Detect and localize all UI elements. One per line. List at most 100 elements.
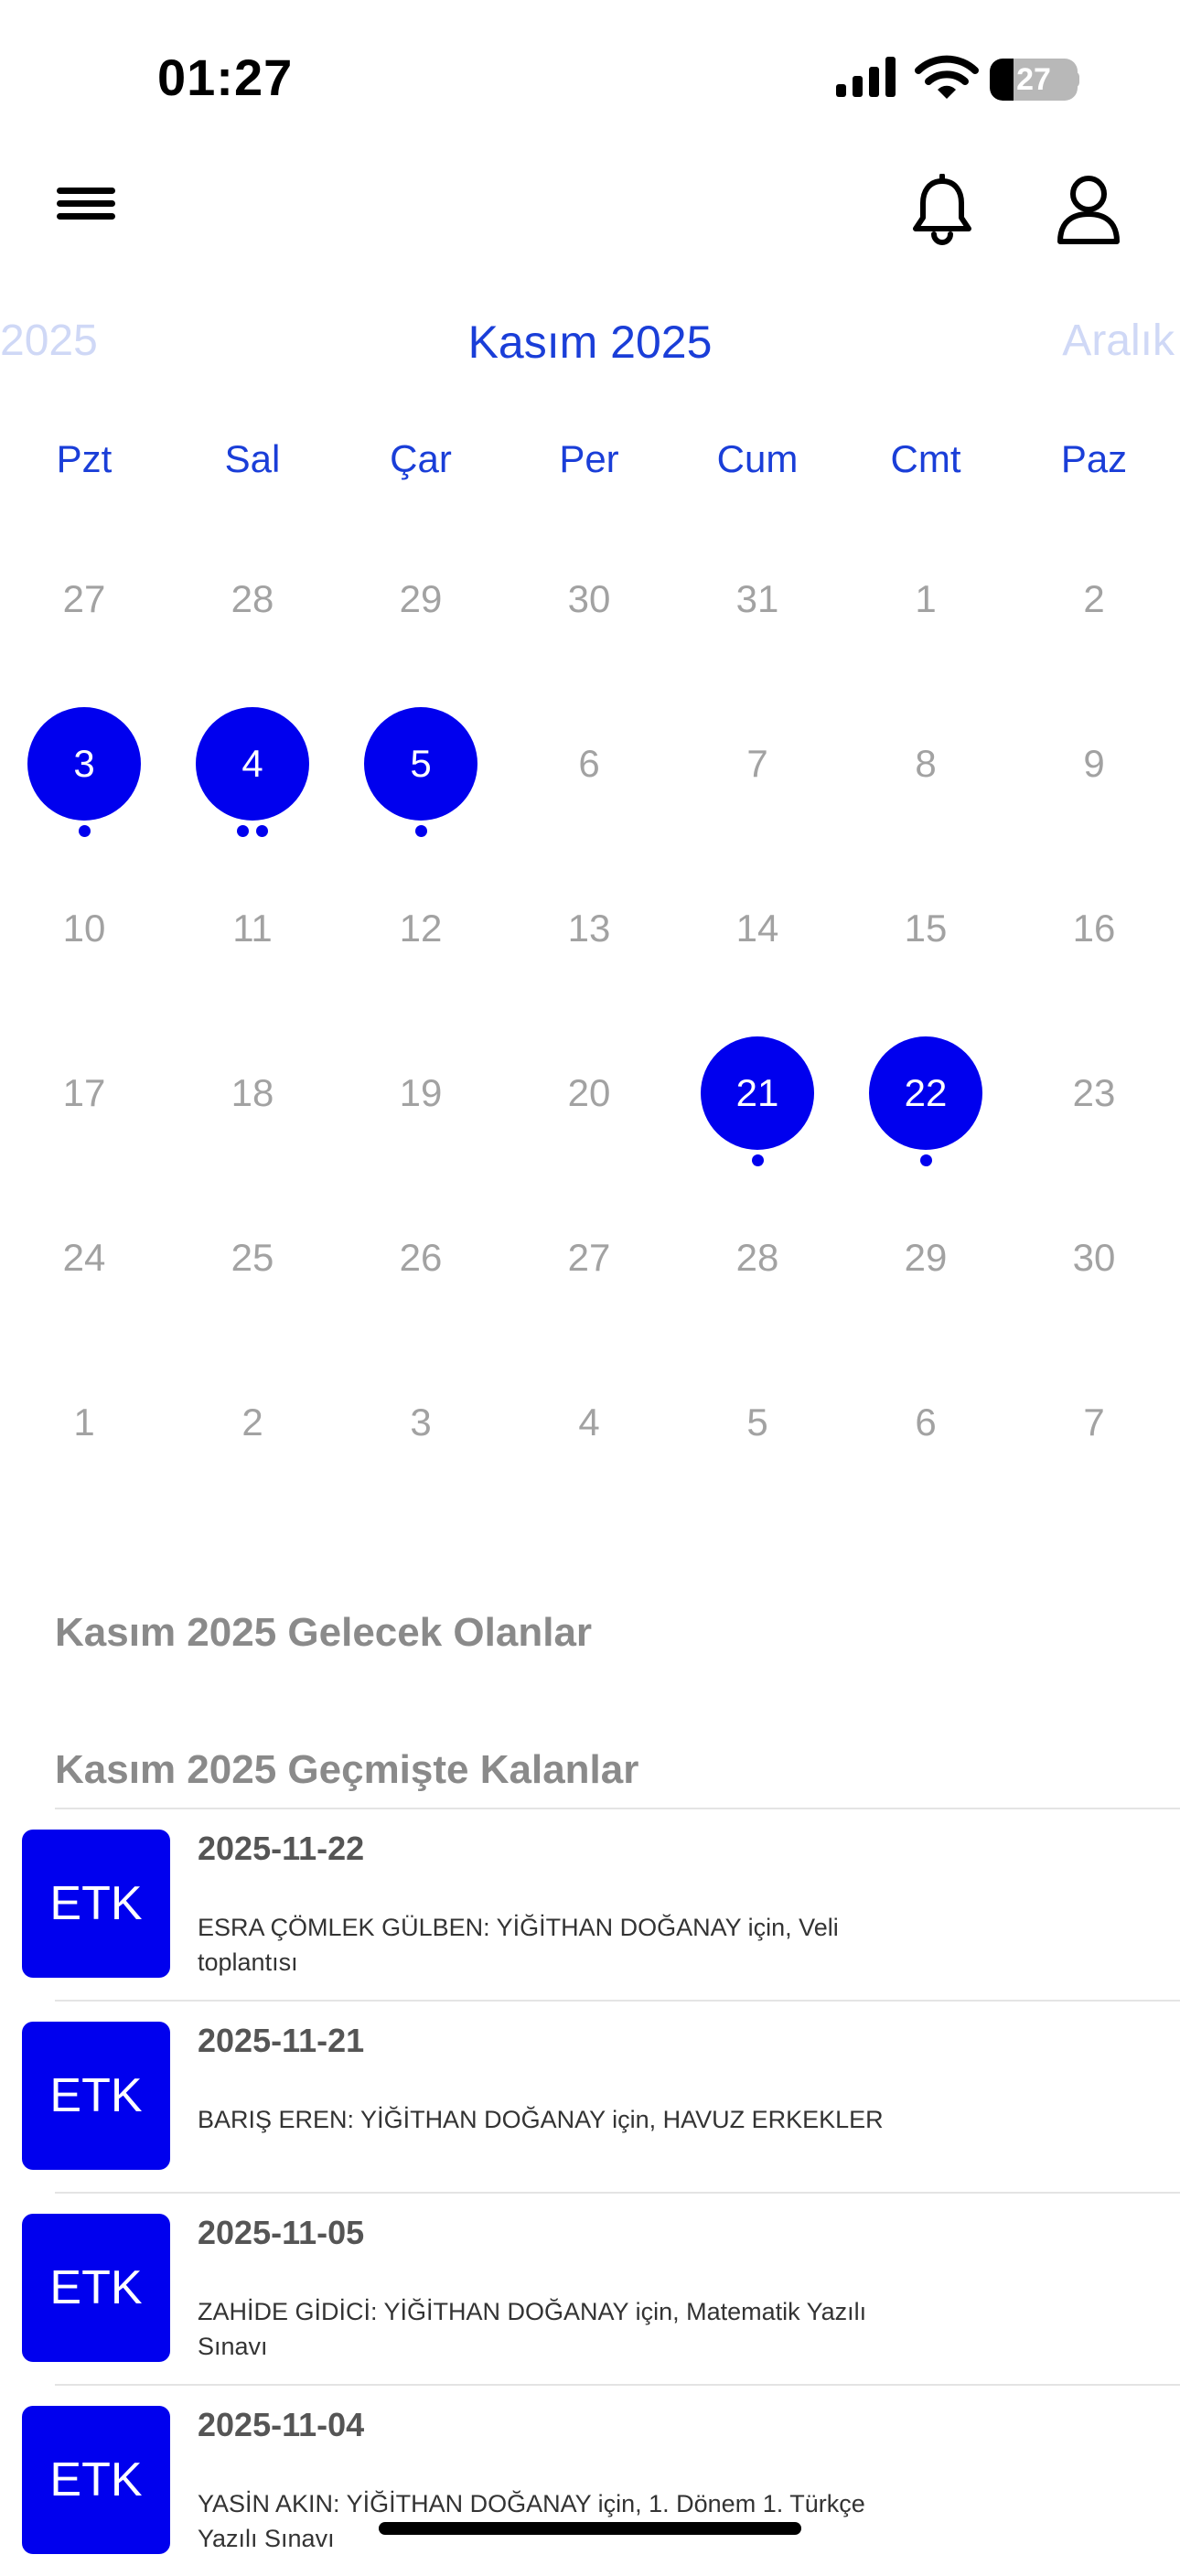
calendar-day-number: 6 [915,1401,937,1444]
calendar-day[interactable]: 22 [842,1006,1010,1171]
calendar-day-number: 3 [27,707,141,821]
wifi-icon [915,55,979,99]
calendar-day[interactable]: 5 [337,677,505,842]
calendar-day[interactable]: 17 [0,1006,168,1171]
calendar-day-number: 1 [73,1401,95,1444]
event-type-badge: ETK [22,2406,170,2554]
calendar-day[interactable]: 4 [168,677,337,842]
calendar-day[interactable]: 14 [673,842,842,1006]
calendar-day[interactable]: 25 [168,1171,337,1336]
calendar-day[interactable]: 12 [337,842,505,1006]
calendar-day[interactable]: 26 [337,1171,505,1336]
status-time: 01:27 [157,48,294,106]
calendar-day-number: 25 [231,1236,274,1279]
calendar-day[interactable]: 10 [0,842,168,1006]
calendar-day-number: 2 [1083,577,1105,620]
next-month-label[interactable]: Aralık [1062,316,1175,366]
battery-percent: 27 [1016,62,1051,97]
weekday-label: Pzt [56,437,113,480]
calendar-day[interactable]: 8 [842,677,1010,842]
calendar-day[interactable]: 24 [0,1171,168,1336]
calendar-day[interactable]: 6 [842,1336,1010,1500]
weekday-label: Per [559,437,619,480]
calendar-day[interactable]: 19 [337,1006,505,1171]
event-type-badge: ETK [22,2022,170,2170]
calendar-day-number: 28 [735,1236,779,1279]
upcoming-section-title: Kasım 2025 Gelecek Olanlar [55,1610,593,1655]
event-list-item[interactable]: ETK 2025-11-05 ZAHİDE GİDİCİ: YİĞİTHAN DOĞ… [0,2192,1180,2384]
calendar-day[interactable]: 1 [0,1336,168,1500]
event-description: YASİN AKIN: YİĞİTHAN DOĞANAY için, 1. Dö… [198,2490,865,2552]
event-indicator-dots [673,1154,842,1167]
event-indicator-dots [842,1154,1010,1167]
current-month-title: Kasım 2025 [467,317,713,368]
calendar-day[interactable]: 1 [842,512,1010,677]
calendar-day[interactable]: 9 [1010,677,1178,842]
battery-nub [1072,71,1079,88]
cellular-signal-icon [836,57,896,97]
calendar-day[interactable]: 16 [1010,842,1178,1006]
calendar-day[interactable]: 21 [673,1006,842,1171]
calendar-day-number: 23 [1072,1071,1116,1114]
weekday-label: Cmt [890,437,961,480]
calendar-day[interactable]: 27 [505,1171,673,1336]
calendar-day-number: 2 [241,1401,263,1444]
calendar-day[interactable]: 27 [0,512,168,677]
calendar-day[interactable]: 2 [1010,512,1178,677]
calendar-day[interactable]: 29 [842,1171,1010,1336]
calendar-day[interactable]: 13 [505,842,673,1006]
calendar-day-number: 11 [232,907,273,950]
event-list-item[interactable]: ETK 2025-11-04 YASİN AKIN: YİĞİTHAN DOĞANA… [0,2384,1180,2576]
calendar-day[interactable]: 11 [168,842,337,1006]
calendar-day-number: 12 [399,907,443,950]
event-dot [256,825,268,837]
event-dot [78,825,91,837]
event-type-badge: ETK [22,2214,170,2362]
weekday-label: Sal [224,437,281,480]
battery-icon: 27 [990,59,1078,101]
calendar-day-number: 22 [869,1036,982,1150]
calendar-day[interactable]: 18 [168,1006,337,1171]
event-list-item[interactable]: ETK 2025-11-21 BARIŞ EREN: YİĞİTHAN DOĞANA… [0,2000,1180,2192]
calendar-day-number: 30 [567,577,611,620]
calendar-day-number: 7 [746,742,768,785]
event-date: 2025-11-05 [198,2214,365,2251]
calendar-day[interactable]: 2 [168,1336,337,1500]
calendar-day-number: 17 [62,1071,106,1114]
bell-icon[interactable] [910,174,974,245]
calendar-day[interactable]: 3 [0,677,168,842]
calendar-day-number: 24 [62,1236,106,1279]
calendar-day[interactable]: 15 [842,842,1010,1006]
calendar-day[interactable]: 20 [505,1006,673,1171]
calendar-day[interactable]: 4 [505,1336,673,1500]
event-date: 2025-11-21 [198,2022,365,2059]
weekday-label: Cum [716,437,799,480]
calendar-day-number: 31 [735,577,779,620]
calendar-day[interactable]: 29 [337,512,505,677]
calendar-day[interactable]: 7 [1010,1336,1178,1500]
calendar-day[interactable]: 31 [673,512,842,677]
calendar-day[interactable]: 30 [505,512,673,677]
calendar-day[interactable]: 3 [337,1336,505,1500]
calendar-day[interactable]: 30 [1010,1171,1178,1336]
calendar-day-number: 4 [196,707,309,821]
calendar-day-number: 27 [62,577,106,620]
calendar-day-number: 5 [746,1401,768,1444]
list-separator [55,2000,1180,2002]
calendar-day[interactable]: 23 [1010,1006,1178,1171]
calendar-day-number: 14 [735,907,779,950]
calendar-day[interactable]: 28 [168,512,337,677]
calendar-day[interactable]: 5 [673,1336,842,1500]
calendar-day[interactable]: 28 [673,1171,842,1336]
calendar-day[interactable]: 6 [505,677,673,842]
event-list-item[interactable]: ETK 2025-11-22 ESRA ÇÖMLEK GÜLBEN: YİĞİTHA… [0,1808,1180,2000]
calendar-day-number: 5 [364,707,477,821]
user-profile-icon[interactable] [1057,174,1121,245]
calendar-day[interactable]: 7 [673,677,842,842]
calendar-day-number: 3 [410,1401,432,1444]
calendar-day-number: 16 [1072,907,1116,950]
calendar-day-number: 9 [1083,742,1105,785]
event-date: 2025-11-04 [198,2406,365,2443]
calendar-day-number: 4 [578,1401,600,1444]
menu-icon[interactable] [57,188,117,224]
